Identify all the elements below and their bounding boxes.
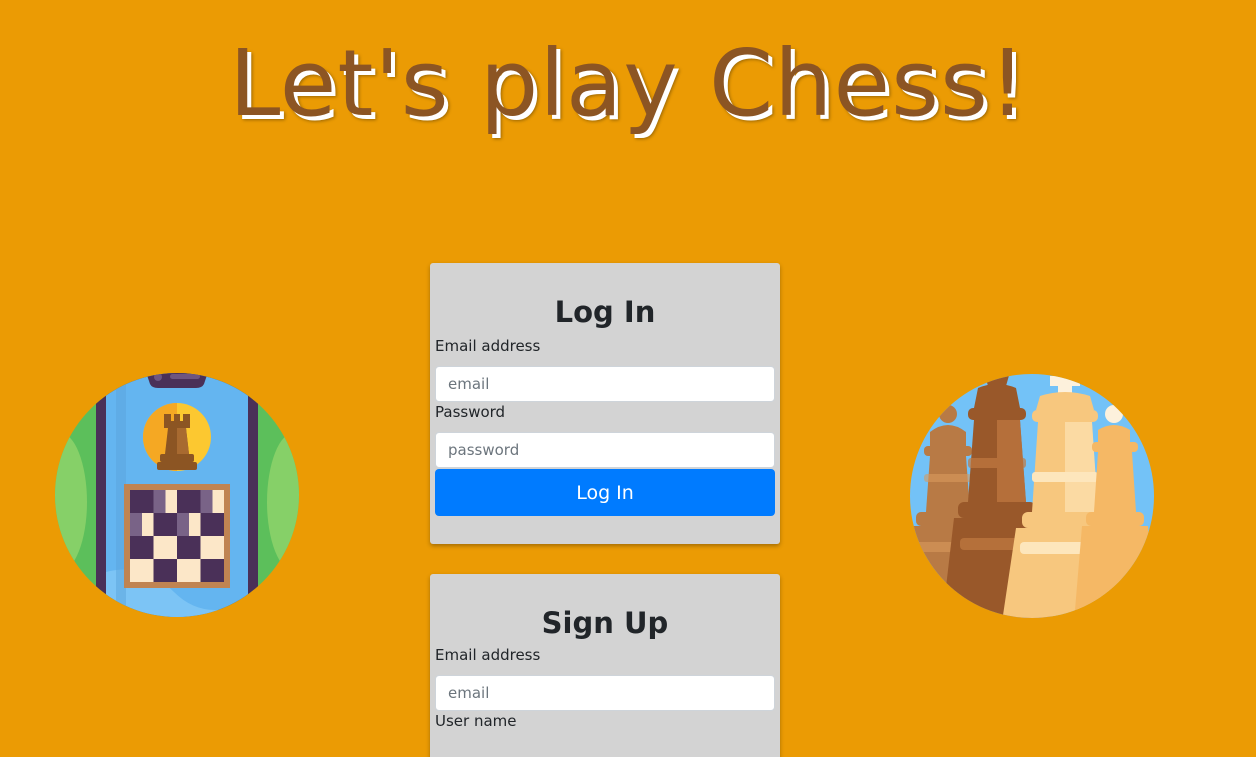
signup-heading: Sign Up bbox=[541, 606, 669, 640]
phone-chessboard-icon bbox=[55, 373, 299, 617]
login-email-label: Email address bbox=[435, 337, 541, 355]
login-button[interactable]: Log In bbox=[435, 469, 775, 516]
signup-email-input[interactable] bbox=[435, 675, 775, 711]
page: Let's play Chess! Log In Email address e… bbox=[0, 0, 1256, 757]
signup-email-label: Email address bbox=[435, 646, 541, 664]
login-card: Log In Email address Password Log In bbox=[430, 263, 780, 544]
login-password-label: Password bbox=[435, 403, 506, 421]
login-password-input[interactable] bbox=[435, 432, 775, 468]
login-heading: Log In bbox=[554, 295, 656, 329]
signup-username-label: User name bbox=[435, 712, 517, 730]
signup-card: Sign Up Email address User name bbox=[430, 574, 780, 757]
chess-pieces-icon bbox=[910, 374, 1154, 618]
login-email-input[interactable] bbox=[435, 366, 775, 402]
page-title: Let's play Chess! bbox=[229, 30, 1027, 137]
